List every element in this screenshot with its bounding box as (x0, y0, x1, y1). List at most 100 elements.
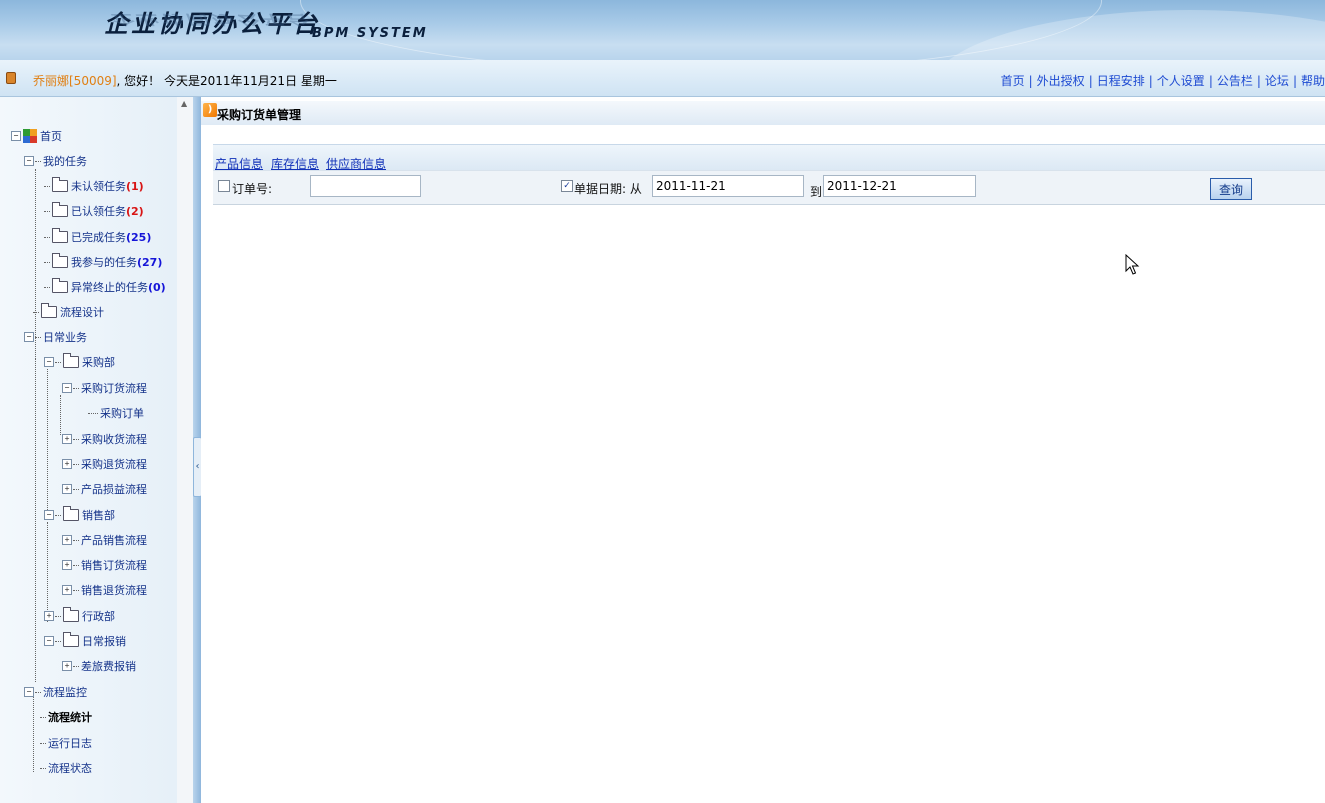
collapse-icon[interactable]: − (11, 131, 21, 141)
user-name[interactable]: 乔丽娜[50009] (33, 74, 117, 88)
sidebar-tree: − 首页 − 我的任务 未认领任务 (1) 已认领任务 (2) 已完成任务 (25) … (0, 97, 178, 803)
expand-icon[interactable]: + (62, 459, 72, 469)
tree-node-purchase-return-flow[interactable]: + 采购退货流程 (62, 454, 147, 474)
tree-node-travel-reimburse[interactable]: + 差旅费报销 (62, 656, 136, 676)
tree-node-sales-return-flow[interactable]: + 销售退货流程 (62, 580, 147, 600)
tree-node-sales-order-flow[interactable]: + 销售订货流程 (62, 555, 147, 575)
tree-node-aborted-tasks[interactable]: 异常终止的任务 (0) (44, 277, 166, 297)
app-title-reflection: 企业协同办公平台 (110, 11, 311, 27)
expand-icon[interactable]: + (62, 585, 72, 595)
top-nav: 首页 | 外出授权 | 日程安排 | 个人设置 | 公告栏 | 论坛 | 帮助 (1001, 72, 1325, 89)
tree-label: 销售订货流程 (81, 559, 147, 572)
nav-help[interactable]: 帮助 (1301, 74, 1325, 88)
expand-icon[interactable]: + (62, 535, 72, 545)
tree-node-claimed-tasks[interactable]: 已认领任务 (2) (44, 201, 144, 221)
collapse-icon[interactable]: − (62, 383, 72, 393)
tree-label: 产品损益流程 (81, 483, 147, 496)
tree-label: 销售退货流程 (81, 584, 147, 597)
tree-node-daily-reimburse[interactable]: − 日常报销 (44, 631, 126, 651)
nav-out-of-office[interactable]: 外出授权 (1037, 74, 1085, 88)
task-count: (1) (126, 179, 144, 193)
collapse-icon[interactable]: − (24, 332, 34, 342)
tree-label: 行政部 (82, 610, 115, 623)
panel-header: ) 采购订货单管理 (201, 101, 1325, 125)
expand-icon[interactable]: + (62, 661, 72, 671)
rss-icon: ) (203, 103, 217, 117)
app-subtitle: BPM SYSTEM (312, 26, 428, 41)
tree-node-completed-tasks[interactable]: 已完成任务 (25) (44, 227, 151, 247)
tree-node-product-loss-flow[interactable]: + 产品损益流程 (62, 479, 147, 499)
info-bar: 乔丽娜[50009], 您好！ 今天是2011年11月21日 星期一 首页 | 外出… (0, 60, 1325, 97)
tree-node-purchase-order[interactable]: 采购订单 (88, 403, 144, 423)
tree-label: 已认领任务 (71, 205, 126, 218)
tree-node-my-tasks[interactable]: − 我的任务 (24, 151, 87, 171)
tree-node-purchase-receive-flow[interactable]: + 采购收货流程 (62, 429, 147, 449)
tree-node-process-stats[interactable]: 流程统计 (40, 707, 92, 727)
task-count: (2) (126, 204, 144, 218)
folder-icon (52, 177, 68, 192)
greeting-text: , 您好！ 今天是2011年11月21日 星期一 (116, 74, 337, 88)
tree-node-purchasing-dept[interactable]: − 采购部 (44, 352, 115, 372)
tree-node-process-status[interactable]: 流程状态 (40, 758, 92, 778)
collapse-icon[interactable]: − (24, 156, 34, 166)
home-icon (22, 128, 38, 144)
tree-node-sales-dept[interactable]: − 销售部 (44, 505, 115, 525)
collapse-icon[interactable]: − (44, 510, 54, 520)
nav-separator: | (1088, 74, 1093, 88)
panel-title: 采购订货单管理 (217, 108, 302, 122)
sidebar-splitter[interactable]: ‹ (193, 97, 202, 803)
tree-node-admin-dept[interactable]: + 行政部 (44, 606, 115, 626)
order-no-checkbox[interactable] (218, 180, 230, 192)
tree-label: 我的任务 (43, 155, 87, 168)
nav-schedule[interactable]: 日程安排 (1097, 74, 1145, 88)
tree-label: 未认领任务 (71, 180, 126, 193)
tree-label: 首页 (40, 130, 62, 143)
date-from-input[interactable] (652, 175, 804, 197)
order-no-label: 订单号: (232, 182, 273, 196)
order-no-input[interactable] (310, 175, 421, 197)
tree-node-participated-tasks[interactable]: 我参与的任务 (27) (44, 252, 162, 272)
tree-label: 异常终止的任务 (71, 281, 148, 294)
collapse-icon[interactable]: − (44, 357, 54, 367)
nav-home[interactable]: 首页 (1001, 74, 1025, 88)
tree-node-daily-business[interactable]: − 日常业务 (24, 327, 87, 347)
nav-forum[interactable]: 论坛 (1265, 74, 1289, 88)
task-count: (27) (137, 255, 163, 269)
expand-icon[interactable]: + (62, 560, 72, 570)
filter-row: 订单号: ✓ 单据日期: 从 到 查询 (213, 170, 1325, 205)
tree-label: 已完成任务 (71, 231, 126, 244)
tree-label: 采购部 (82, 356, 115, 369)
app-header: 企业协同办公平台 企业协同办公平台 BPM SYSTEM (0, 0, 1325, 60)
folder-icon (63, 607, 79, 622)
tree-label: 采购订货流程 (81, 382, 147, 395)
tree-node-run-log[interactable]: 运行日志 (40, 733, 92, 753)
expand-icon[interactable]: + (62, 484, 72, 494)
tree-label: 销售部 (82, 509, 115, 522)
main-panel: ) 采购订货单管理 产品信息 库存信息 供应商信息 订单号: ✓ 单据日期: 从… (201, 97, 1325, 803)
folder-icon (63, 353, 79, 368)
tree-node-unclaimed-tasks[interactable]: 未认领任务 (1) (44, 176, 144, 196)
tree-node-process-design[interactable]: 流程设计 (33, 302, 104, 322)
expand-icon[interactable]: + (44, 611, 54, 621)
tree-label: 日常报销 (82, 635, 126, 648)
collapse-icon[interactable]: − (24, 687, 34, 697)
tree-node-home[interactable]: − 首页 (11, 126, 62, 146)
date-to-input[interactable] (823, 175, 976, 197)
date-checkbox[interactable]: ✓ (561, 180, 573, 192)
nav-personal-settings[interactable]: 个人设置 (1157, 74, 1205, 88)
tree-node-process-monitor[interactable]: − 流程监控 (24, 682, 87, 702)
task-count: (0) (148, 280, 166, 294)
tree-label: 采购收货流程 (81, 433, 147, 446)
nav-separator: | (1208, 74, 1213, 88)
tree-label: 流程统计 (48, 711, 92, 724)
sidebar-scrollbar[interactable]: ▲ (177, 97, 194, 803)
tree-label: 流程监控 (43, 686, 87, 699)
nav-bulletin[interactable]: 公告栏 (1217, 74, 1253, 88)
tree-node-product-sales-flow[interactable]: + 产品销售流程 (62, 530, 147, 550)
tree-label: 流程设计 (60, 306, 104, 319)
tree-node-purchase-order-flow[interactable]: − 采购订货流程 (62, 378, 147, 398)
search-button[interactable]: 查询 (1210, 178, 1252, 200)
expand-icon[interactable]: + (62, 434, 72, 444)
scroll-up-icon[interactable]: ▲ (181, 99, 187, 108)
collapse-icon[interactable]: − (44, 636, 54, 646)
